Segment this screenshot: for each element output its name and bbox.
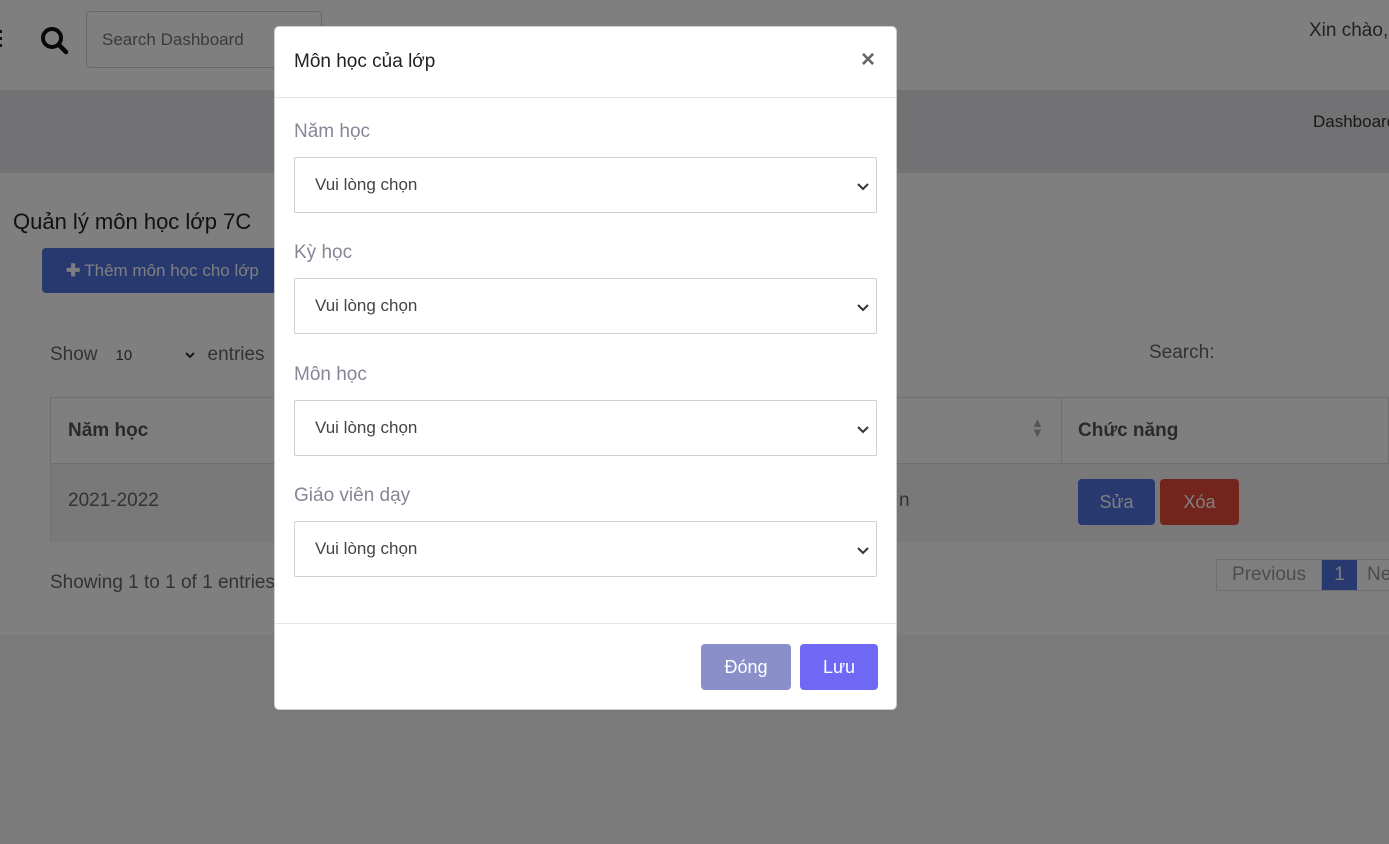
label-giao-vien: Giáo viên dạy <box>294 485 411 506</box>
select-mon-hoc-value: Vui lòng chọn <box>315 418 418 437</box>
chevron-down-icon <box>857 547 869 555</box>
select-nam-hoc-value: Vui lòng chọn <box>315 175 418 194</box>
select-ky-hoc[interactable]: Vui lòng chọn <box>294 278 877 334</box>
select-ky-hoc-value: Vui lòng chọn <box>315 296 418 315</box>
modal-footer-divider <box>275 623 896 624</box>
select-mon-hoc[interactable]: Vui lòng chọn <box>294 400 877 456</box>
close-button[interactable]: Đóng <box>701 644 791 690</box>
chevron-down-icon <box>857 304 869 312</box>
select-giao-vien[interactable]: Vui lòng chọn <box>294 521 877 577</box>
chevron-down-icon <box>857 183 869 191</box>
label-ky-hoc: Kỳ học <box>294 242 353 263</box>
modal-header: Môn học của lớp × <box>275 27 896 98</box>
label-nam-hoc: Năm học <box>294 121 371 142</box>
select-giao-vien-value: Vui lòng chọn <box>315 539 418 558</box>
modal-title: Môn học của lớp <box>294 51 436 72</box>
chevron-down-icon <box>857 426 869 434</box>
close-icon[interactable]: × <box>855 45 881 75</box>
select-nam-hoc[interactable]: Vui lòng chọn <box>294 157 877 213</box>
subject-modal: Môn học của lớp × Năm học Vui lòng chọn … <box>274 26 897 710</box>
save-button[interactable]: Lưu <box>800 644 878 690</box>
label-mon-hoc: Môn học <box>294 364 367 385</box>
